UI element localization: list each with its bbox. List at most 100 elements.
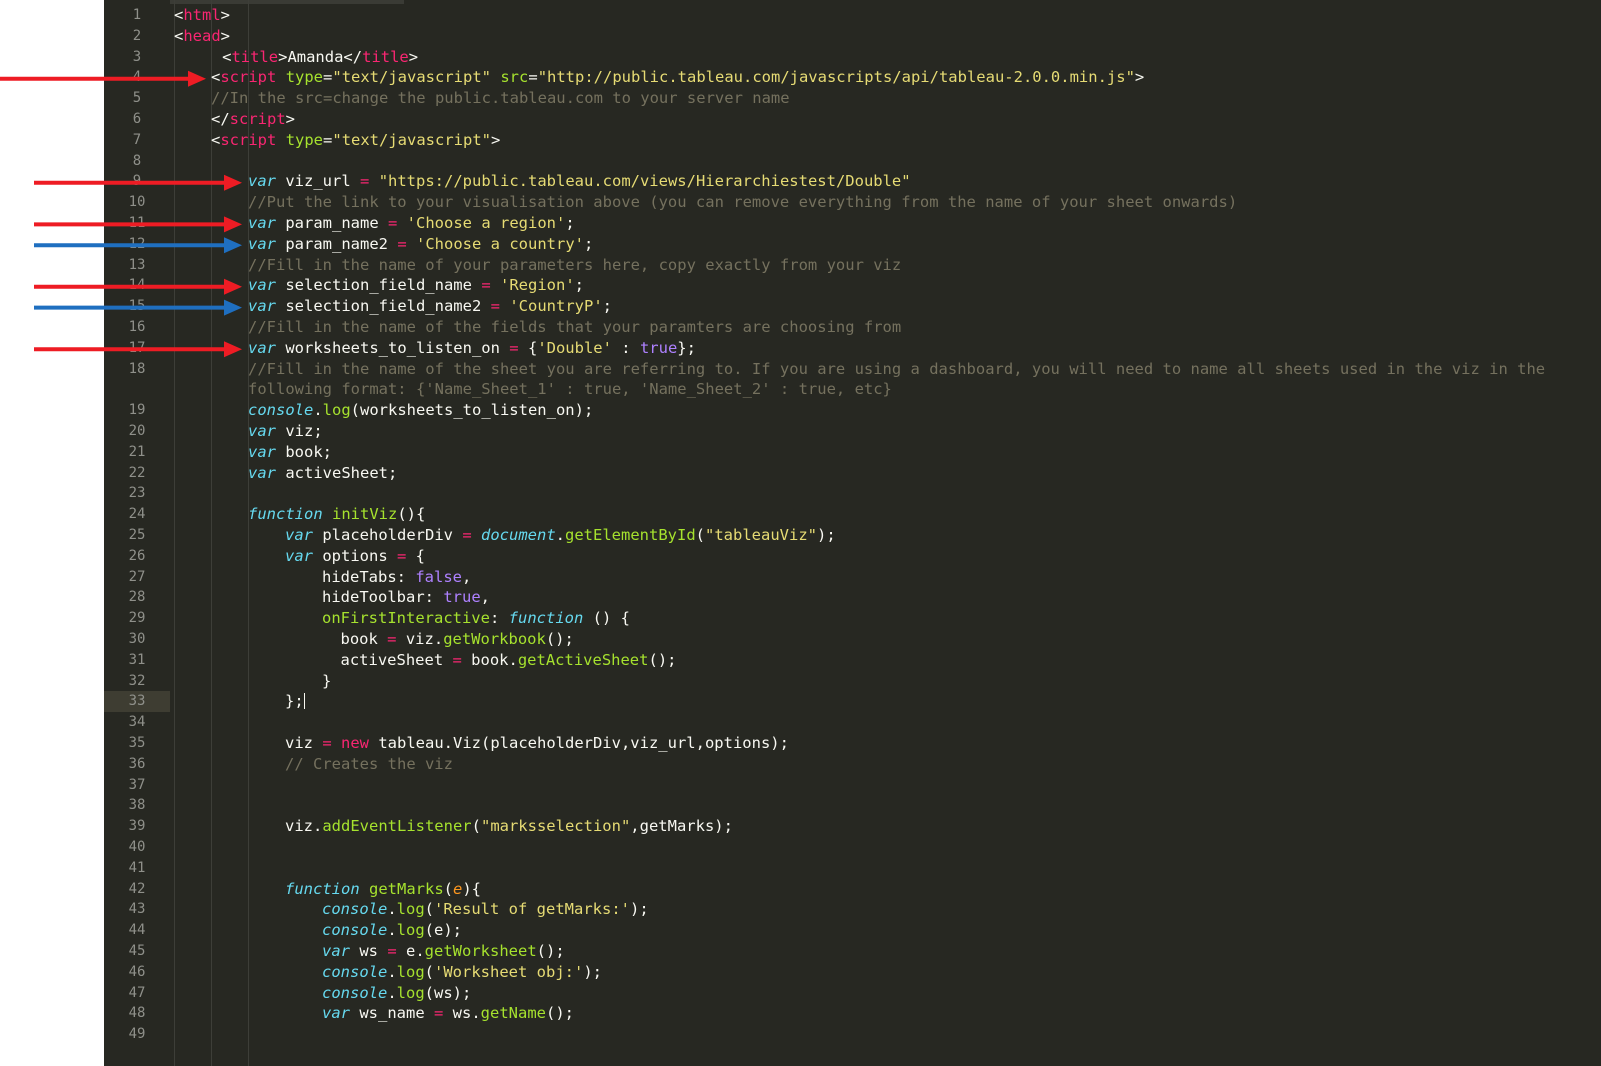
code-text: viz.addEventListener("marksselection",ge… [285,816,733,837]
code-line[interactable]: 22 var activeSheet; [104,463,1601,484]
line-number: 35 [128,735,146,751]
code-line[interactable]: 49 [104,1024,1601,1045]
code-token: 'Worksheet obj:' [434,962,584,981]
code-line[interactable]: 45 var ws = e.getWorksheet(); [104,941,1601,962]
code-line[interactable]: 8 [104,151,1601,172]
code-token: function [248,505,323,524]
code-line[interactable]: 42 function getMarks(e){ [104,879,1601,900]
code-line[interactable]: 31 activeSheet = book.getActiveSheet(); [104,650,1601,671]
line-number: 13 [128,256,146,273]
code-line[interactable]: 30 book = viz.getWorkbook(); [104,629,1601,650]
code-text: //Fill in the name of the fields that yo… [248,317,901,338]
code-line[interactable]: 11 var param_name = 'Choose a region'; [104,213,1601,234]
code-token: . [387,983,397,1002]
code-line[interactable]: 9 var viz_url = "https://public.tableau.c… [104,171,1601,192]
code-line[interactable]: 10 //Put the link to your visualisation a… [104,192,1601,213]
code-line[interactable]: 33}; [104,691,1601,713]
code-line[interactable]: 47 console.log(ws); [104,983,1601,1004]
code-line[interactable]: 29 onFirstInteractive: function () { [104,608,1601,629]
code-line[interactable]: 2 <head> [104,26,1601,47]
code-token: type [285,68,324,87]
code-token: > [491,130,501,149]
code-line[interactable]: 23 [104,483,1601,504]
code-token: true [443,588,481,607]
code-token: = [434,1004,444,1023]
code-line[interactable]: 35 viz = new tableau.Viz(placeholderDiv,v… [104,733,1601,754]
code-token: head [183,26,221,45]
line-number: 24 [128,506,146,523]
code-text: } [322,671,331,692]
code-line[interactable]: 36 // Creates the viz [104,754,1601,775]
code-token: activeSheet [340,650,453,669]
code-line[interactable]: 13 //Fill in the name of your parameters … [104,255,1601,276]
code-token: //In the src=change the public.tableau.c… [211,89,790,108]
line-number: 4 [132,69,142,86]
code-token: "http://public.tableau.com/javascripts/a… [537,68,1135,87]
code-line[interactable]: 7 <script type="text/javascript"> [104,130,1601,151]
line-number: 12 [128,235,146,252]
code-line[interactable]: 37 [104,775,1601,796]
code-line[interactable]: 46 console.log('Worksheet obj:'); [104,962,1601,983]
code-text: var options = { [285,546,425,567]
code-line[interactable]: 32} [104,671,1601,692]
code-token: html [183,6,221,24]
code-token: selection_field_name [276,276,482,295]
code-text: var ws = e.getWorksheet(); [322,941,565,962]
code-line[interactable]: 17 var worksheets_to_listen_on = {'Double… [104,338,1601,359]
code-line[interactable]: 28 hideToolbar: true, [104,587,1601,608]
code-token: title [231,47,279,66]
code-line[interactable]: 38 [104,795,1601,816]
code-line[interactable]: 48 var ws_name = ws.getName(); [104,1003,1601,1024]
code-line[interactable]: 18 //Fill in the name of the sheet you ar… [104,359,1601,380]
line-number: 3 [132,48,142,65]
code-line[interactable]: 6 </script> [104,109,1601,130]
code-line[interactable]: 34 [104,712,1601,733]
code-line[interactable]: following format: {'Name_Sheet_1' : true… [104,379,1601,400]
code-line[interactable]: 40 [104,837,1601,858]
code-token: param_name2 [276,234,398,253]
code-line[interactable]: 1 <html> [104,5,1601,26]
code-token: (){ [397,505,426,524]
code-line[interactable]: 3 <title>Amanda</title> [104,47,1601,68]
code-token: //Fill in the name of your parameters he… [248,255,902,274]
code-token: ,getMarks); [630,817,733,836]
code-line[interactable]: 25 var placeholderDiv = document.getEleme… [104,525,1601,546]
code-line[interactable]: 24 function initViz(){ [104,504,1601,525]
code-text: book = viz.getWorkbook(); [341,629,574,650]
code-line[interactable]: 15 var selection_field_name2 = 'CountryP'… [104,296,1601,317]
code-line[interactable]: 26 var options = { [104,546,1601,567]
code-line[interactable]: 43 console.log('Result of getMarks:'); [104,899,1601,920]
code-editor[interactable]: 1 <html> 2 <head> 3 <title>Amanda</title> 4 <sc… [104,0,1601,1066]
code-line[interactable]: 27 hideTabs: false, [104,567,1601,588]
code-token: (ws); [424,983,472,1002]
code-line[interactable]: 4 <script type="text/javascript" src="htt… [104,67,1601,88]
code-token: true [639,338,678,357]
code-text: var viz; [248,421,323,442]
code-line[interactable]: 16 //Fill in the name of the fields that … [104,317,1601,338]
code-token: > [408,47,419,66]
code-token: getMarks [369,879,444,898]
code-line[interactable]: 44 console.log(e); [104,920,1601,941]
code-token: log [396,900,425,919]
code-token: ( [443,879,453,898]
code-line[interactable]: 12 var param_name2 = 'Choose a country'; [104,234,1601,255]
code-token: ; [574,276,584,295]
code-line[interactable]: 14 var selection_field_name = 'Region'; [104,275,1601,296]
line-number: 28 [128,589,146,606]
code-line[interactable]: 5 //In the src=change the public.tableau.… [104,88,1601,109]
code-text: var placeholderDiv = document.getElement… [285,525,836,546]
line-number: 18 [128,360,146,377]
code-line[interactable]: 39 viz.addEventListener("marksselection",… [104,816,1601,837]
code-token: false [415,567,462,586]
code-token: (e); [424,921,462,940]
code-line[interactable]: 21 var book; [104,442,1601,463]
code-token: . [387,921,397,940]
code-token: var [248,276,276,295]
code-line[interactable]: 19 console.log(worksheets_to_listen_on); [104,400,1601,421]
code-token: getElementById [565,526,696,544]
code-text: var activeSheet; [248,463,397,484]
code-line[interactable]: 41 [104,858,1601,879]
code-line[interactable]: 20 var viz; [104,421,1601,442]
